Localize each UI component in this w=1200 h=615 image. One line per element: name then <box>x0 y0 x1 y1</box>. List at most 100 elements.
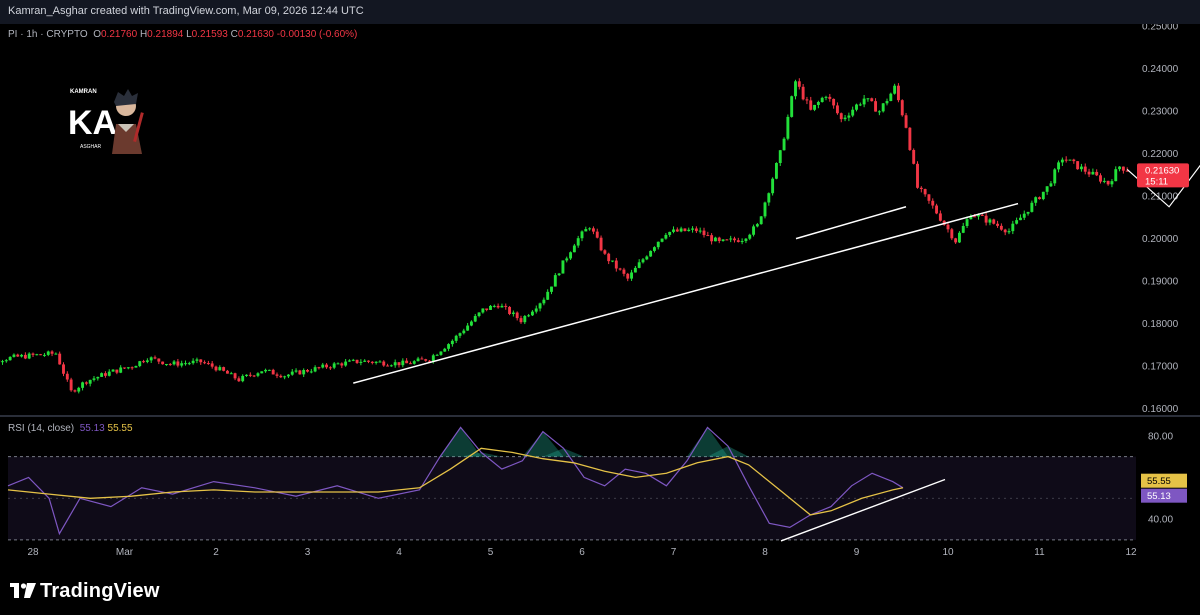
candle-body <box>382 361 386 366</box>
candle-body <box>1095 171 1099 176</box>
time-axis-tick: 3 <box>305 547 311 558</box>
pane-separator <box>0 415 1200 417</box>
high-value: 0.21894 <box>147 29 184 40</box>
candle-body <box>241 375 245 382</box>
candle-body <box>759 216 763 225</box>
candle-body <box>294 370 298 372</box>
candle-body <box>363 360 367 362</box>
candle-body <box>740 241 744 243</box>
candle-body <box>763 202 767 217</box>
candle-body <box>797 81 801 87</box>
candle-body <box>317 367 321 369</box>
time-axis-tick: 4 <box>396 547 402 558</box>
candle-body <box>835 105 839 114</box>
candle-body <box>523 316 527 323</box>
candle-body <box>607 253 611 262</box>
candle-body <box>874 101 878 112</box>
candle-body <box>420 358 424 360</box>
candle-body <box>786 116 790 139</box>
candle-body <box>336 363 340 365</box>
candle-body <box>431 355 435 361</box>
watermark-top-text: KAMRAN <box>70 89 97 95</box>
price-axis-tick: 0.17000 <box>1142 362 1179 373</box>
candle-body <box>1003 229 1007 233</box>
candle-body <box>729 238 733 240</box>
candle-body <box>378 361 382 363</box>
candle-body <box>637 262 641 268</box>
candle-body <box>801 86 805 100</box>
candle-body <box>229 373 233 375</box>
candle-body <box>77 387 81 392</box>
candle-body <box>984 215 988 223</box>
candle-body <box>332 363 336 368</box>
projection-path <box>1126 164 1200 208</box>
candle-body <box>912 149 916 164</box>
candle-body <box>908 127 912 150</box>
time-axis-tick: 11 <box>1034 547 1045 558</box>
candle-body <box>542 299 546 304</box>
candle-body <box>367 360 370 362</box>
candle-body <box>809 100 813 110</box>
candle-body <box>473 316 477 322</box>
candle-body <box>1041 191 1045 200</box>
chart-canvas[interactable]: 0.160000.170000.180000.190000.200000.210… <box>0 24 1200 566</box>
candle-body <box>1026 211 1030 214</box>
candle-body <box>210 363 214 367</box>
candle-body <box>614 260 618 269</box>
candle-body <box>405 360 409 364</box>
time-axis-tick: Mar <box>116 547 134 558</box>
candle-body <box>386 365 390 367</box>
candle-body <box>107 371 111 376</box>
tradingview-logo-icon[interactable] <box>10 583 36 598</box>
candle-body <box>96 376 100 379</box>
candle-body <box>264 369 268 372</box>
candle-body <box>20 354 24 357</box>
change-value: -0.00130 (-0.60%) <box>276 29 358 40</box>
candle-body <box>46 351 50 355</box>
candle-body <box>935 205 939 214</box>
candle-body <box>416 358 420 362</box>
price-axis-tick: 0.24000 <box>1142 64 1179 75</box>
candle-body <box>408 363 412 365</box>
candle-body <box>588 228 592 230</box>
candle-body <box>138 361 142 367</box>
candle-body <box>866 98 870 100</box>
candle-body <box>489 305 492 310</box>
candle-body <box>1087 171 1091 175</box>
tradingview-logo-text[interactable]: TradingView <box>40 580 160 603</box>
candle-body <box>813 104 817 110</box>
rsi-label[interactable]: RSI (14, close) <box>8 423 74 434</box>
candle-body <box>561 260 565 274</box>
candle-body <box>401 360 405 366</box>
candle-body <box>134 366 138 368</box>
candle-body <box>50 351 54 354</box>
candle-body <box>344 361 348 366</box>
candle-body <box>931 200 935 206</box>
candle-body <box>530 311 534 316</box>
candle-body <box>1106 180 1110 185</box>
candle-body <box>4 360 8 362</box>
candle-body <box>584 229 588 232</box>
candle-body <box>1011 223 1015 232</box>
time-axis-tick: 2 <box>213 547 219 558</box>
candle-body <box>393 362 397 366</box>
candle-body <box>672 229 675 232</box>
candle-body <box>1015 220 1019 224</box>
candle-body <box>847 115 851 118</box>
symbol-label[interactable]: PI · 1h · CRYPTO <box>8 29 88 40</box>
candle-body <box>168 364 172 366</box>
open-label: O <box>93 29 101 40</box>
candle-body <box>790 96 794 117</box>
candle-body <box>62 364 65 374</box>
candle-body <box>900 100 904 116</box>
candle-body <box>553 275 557 287</box>
candle-body <box>54 353 58 355</box>
time-axis-tick: 10 <box>942 547 954 558</box>
candle-body <box>309 371 313 373</box>
candle-body <box>618 268 622 270</box>
candle-body <box>736 240 740 242</box>
candle-body <box>923 189 927 195</box>
current-price-countdown: 15:11 <box>1145 176 1168 187</box>
price-axis-tick: 0.19000 <box>1142 277 1179 288</box>
candle-body <box>447 344 451 349</box>
